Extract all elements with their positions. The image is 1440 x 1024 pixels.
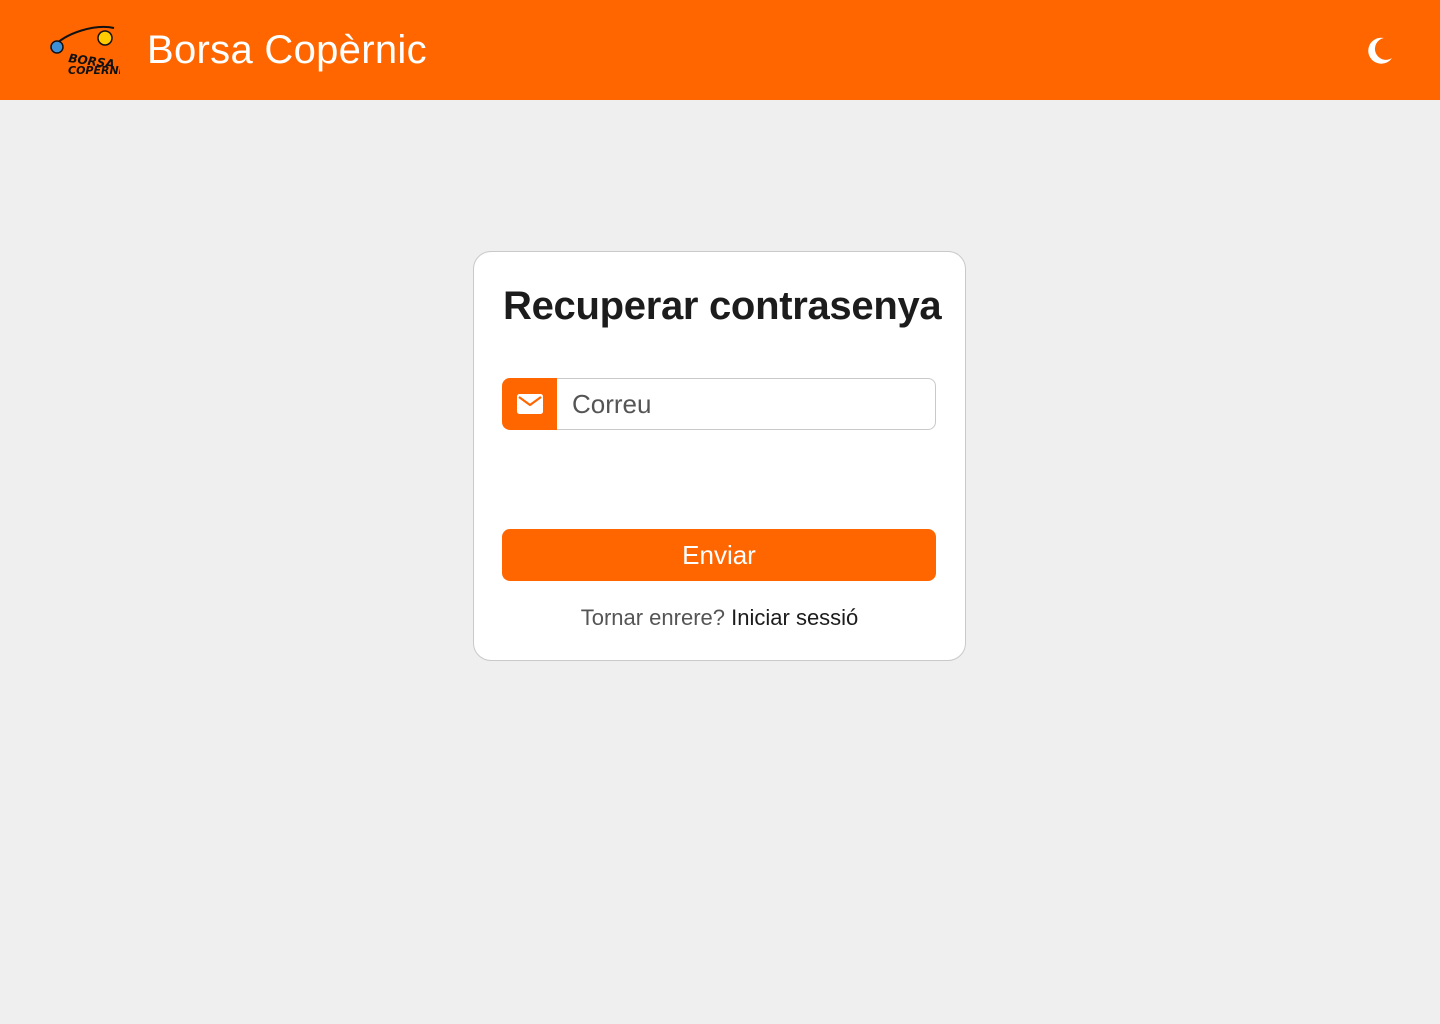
login-link[interactable]: Iniciar sessió: [731, 605, 858, 630]
moon-icon[interactable]: [1362, 32, 1398, 68]
back-prompt-text: Tornar enrere?: [580, 605, 726, 630]
submit-button[interactable]: Enviar: [502, 529, 936, 581]
email-input-group: [502, 378, 936, 430]
envelope-icon: [502, 378, 557, 430]
email-field[interactable]: [557, 378, 936, 430]
recover-password-card: Recuperar contrasenya Enviar Tornar enre…: [473, 251, 966, 661]
page-title: Recuperar contrasenya: [503, 284, 942, 328]
app-title: Borsa Copèrnic: [147, 28, 427, 72]
back-to-login: Tornar enrere? Iniciar sessió: [474, 604, 965, 632]
svg-text:COPÈRNIC: COPÈRNIC: [68, 63, 120, 77]
borsa-copernic-logo[interactable]: BORSA COPÈRNIC: [48, 22, 131, 78]
top-navbar: BORSA COPÈRNIC Borsa Copèrnic: [0, 0, 1440, 100]
